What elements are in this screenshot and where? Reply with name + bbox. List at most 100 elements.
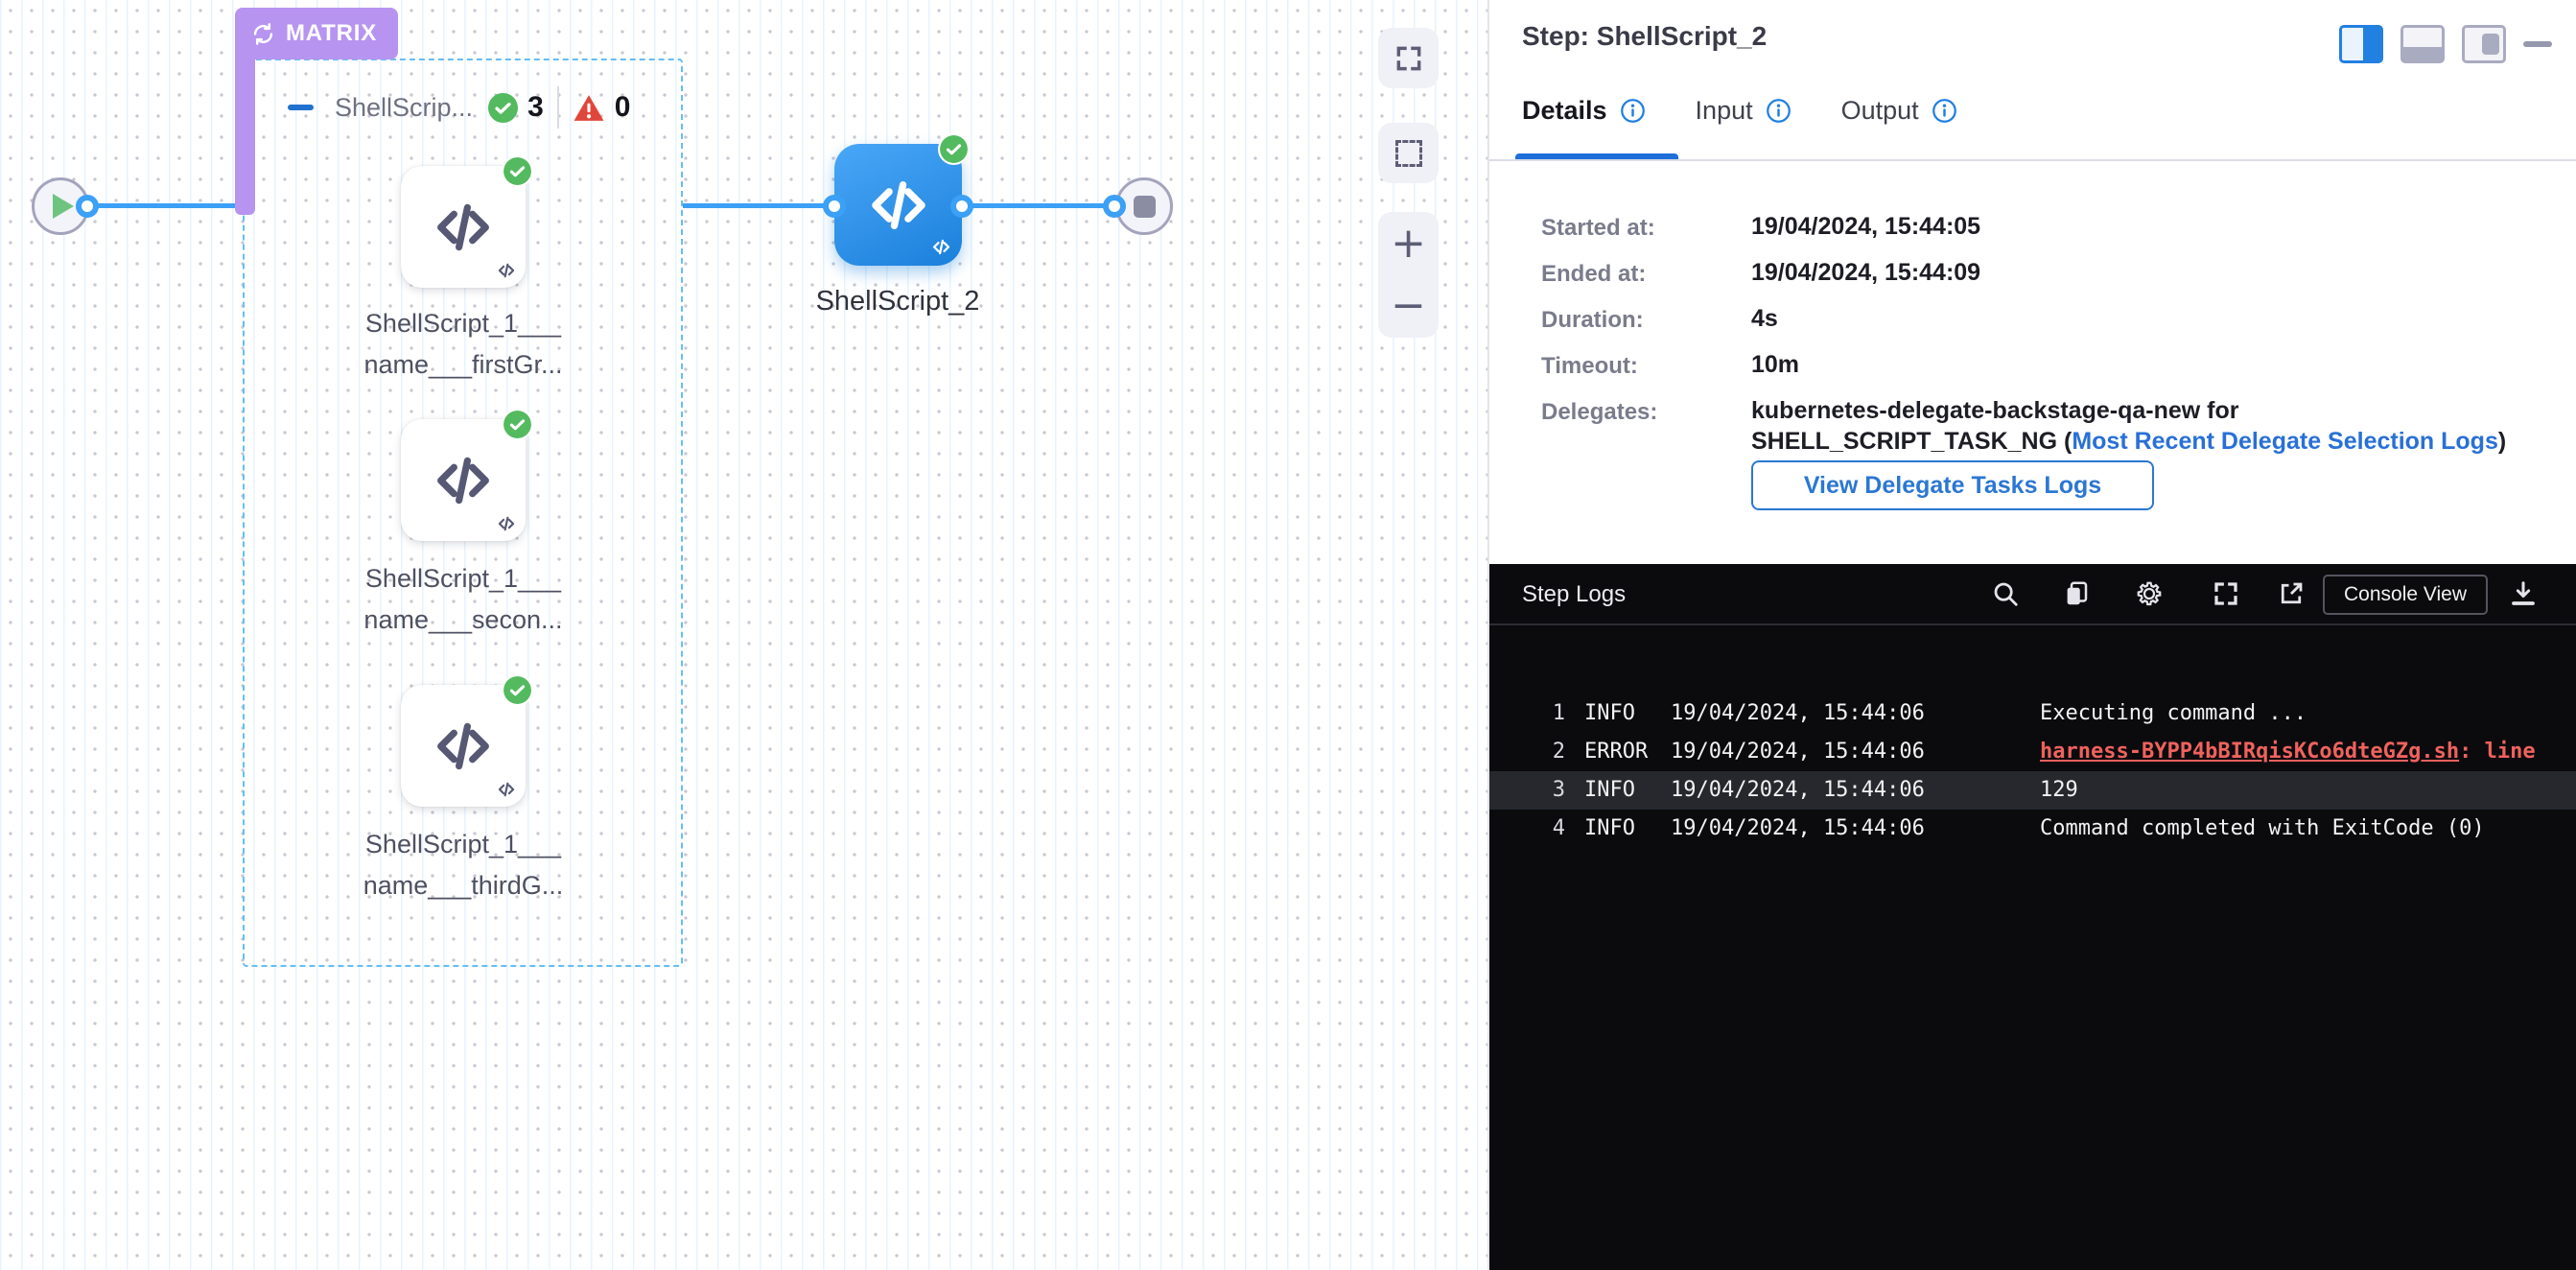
detail-value: 10m	[1751, 351, 1799, 379]
code-icon	[866, 173, 931, 238]
matrix-node-3[interactable]	[401, 685, 526, 807]
step-logs-panel: Step Logs Console View 1 INFO 19/04/2024…	[1489, 564, 2576, 1270]
step-node-shellscript-2[interactable]	[834, 144, 962, 266]
detail-label: Timeout:	[1541, 353, 1638, 380]
console-view-button[interactable]: Console View	[2323, 575, 2488, 615]
pipeline-execution-view: MATRIX ShellScrip... 3 0 ShellScript_1__…	[0, 0, 2576, 1270]
fullscreen-icon	[1393, 43, 1424, 74]
download-icon[interactable]	[2506, 576, 2541, 611]
delegates-line2: SHELL_SCRIPT_TASK_NG (Most Recent Delega…	[1751, 426, 2506, 457]
code-mini-icon	[931, 237, 951, 257]
log-line-number: 3	[1535, 771, 1565, 810]
loop-icon	[250, 21, 276, 47]
marquee-select-icon	[1395, 140, 1422, 167]
matrix-badge-label: MATRIX	[286, 20, 377, 47]
success-check-badge	[502, 409, 533, 440]
warning-icon	[573, 93, 605, 123]
node-label-line: ShellScript_1___	[334, 303, 593, 344]
zoom-out-button[interactable]: −	[1391, 285, 1426, 327]
count-divider	[557, 86, 559, 129]
node-label: ShellScript_1___ name___secon...	[334, 558, 593, 641]
log-timestamp: 19/04/2024, 15:44:06	[1671, 810, 2040, 848]
detail-label: Ended at:	[1541, 261, 1646, 288]
log-row: 2 ERROR 19/04/2024, 15:44:06 harness-BYP…	[1489, 733, 2576, 771]
log-row-highlighted: 3 INFO 19/04/2024, 15:44:06 129	[1489, 771, 2576, 810]
log-row: 1 INFO 19/04/2024, 15:44:06 Executing co…	[1489, 694, 2576, 733]
search-icon[interactable]	[1988, 576, 2023, 611]
info-icon[interactable]	[1932, 98, 1957, 124]
panel-layout-toggles	[2339, 25, 2552, 63]
node-label-line: name___secon...	[334, 600, 593, 641]
code-mini-icon	[497, 780, 516, 799]
code-icon	[432, 449, 495, 512]
log-message: Command completed with ExitCode (0)	[2040, 810, 2576, 848]
layout-toggle-split-view[interactable]	[2339, 25, 2383, 63]
connector-port	[1103, 195, 1126, 218]
matrix-group-header: ShellScrip... 3 0	[288, 84, 630, 130]
step-logs-title: Step Logs	[1522, 581, 1626, 608]
pipeline-canvas[interactable]: MATRIX ShellScrip... 3 0 ShellScript_1__…	[0, 0, 1487, 1270]
log-row: 4 INFO 19/04/2024, 15:44:06 Command comp…	[1489, 810, 2576, 848]
log-message: 129	[2040, 771, 2576, 810]
node-port-left	[823, 195, 846, 218]
node-label: ShellScript_1___ name___thirdG...	[334, 824, 593, 906]
error-script-filename[interactable]: harness-BYPP4bBIRqisKCo6dteGZg.sh	[2040, 740, 2459, 764]
play-icon	[53, 194, 74, 219]
log-line-number: 2	[1535, 733, 1565, 771]
settings-gear-icon[interactable]	[2132, 576, 2166, 611]
info-icon[interactable]	[1620, 98, 1646, 124]
success-check-badge	[502, 674, 533, 706]
code-mini-icon	[497, 261, 516, 280]
node-label: ShellScript_1___ name___firstGr...	[334, 303, 593, 386]
matrix-badge[interactable]: MATRIX	[235, 8, 398, 59]
expand-fullscreen-icon[interactable]	[2209, 576, 2243, 611]
code-icon	[432, 196, 495, 259]
tab-output[interactable]: Output	[1841, 96, 1957, 126]
info-icon[interactable]	[1766, 98, 1791, 124]
layout-toggle-bottom-view[interactable]	[2400, 25, 2445, 63]
minimize-panel-button[interactable]	[2523, 41, 2552, 47]
log-line-number: 4	[1535, 810, 1565, 848]
detail-value: 19/04/2024, 15:44:09	[1751, 259, 1980, 287]
failed-count: 0	[615, 91, 631, 124]
log-timestamp: 19/04/2024, 15:44:06	[1671, 694, 2040, 733]
log-timestamp: 19/04/2024, 15:44:06	[1671, 771, 2040, 810]
tab-details[interactable]: Details	[1522, 96, 1646, 126]
tab-input[interactable]: Input	[1696, 96, 1791, 126]
detail-label: Started at:	[1541, 215, 1655, 242]
marquee-select-button[interactable]	[1378, 123, 1439, 183]
success-check-icon	[488, 93, 518, 123]
layout-toggle-floating-view[interactable]	[2462, 25, 2506, 63]
success-count: 3	[527, 91, 544, 124]
collapse-group-button[interactable]	[288, 105, 314, 110]
success-check-badge	[502, 155, 533, 187]
log-line-number: 1	[1535, 694, 1565, 733]
log-message: harness-BYPP4bBIRqisKCo6dteGZg.sh: line	[2040, 733, 2576, 771]
delegates-value: kubernetes-delegate-backstage-qa-new for…	[1751, 395, 2506, 457]
log-level: ERROR	[1584, 733, 1671, 771]
edge-matrix-to-step	[683, 203, 836, 208]
tab-label: Details	[1522, 96, 1607, 126]
delegate-selection-logs-link[interactable]: Most Recent Delegate Selection Logs	[2072, 428, 2498, 455]
matrix-node-2[interactable]	[401, 419, 526, 541]
copy-icon[interactable]	[2059, 576, 2094, 611]
selected-node-label: ShellScript_2	[802, 286, 994, 318]
edge-step-to-end	[960, 203, 1114, 208]
view-delegate-tasks-logs-button[interactable]: View Delegate Tasks Logs	[1751, 460, 2154, 510]
code-icon	[432, 715, 495, 778]
log-timestamp: 19/04/2024, 15:44:06	[1671, 733, 2040, 771]
node-port-right	[950, 195, 973, 218]
external-link-icon[interactable]	[2274, 576, 2308, 611]
delegates-line2-prefix: SHELL_SCRIPT_TASK_NG (	[1751, 428, 2072, 455]
delegates-line1: kubernetes-delegate-backstage-qa-new for	[1751, 395, 2506, 426]
node-label-line: ShellScript_1___	[334, 824, 593, 865]
matrix-node-1[interactable]	[401, 166, 526, 288]
detail-label: Delegates:	[1541, 399, 1657, 426]
panel-tabs: Details Input Output	[1522, 96, 1957, 126]
log-level: INFO	[1584, 771, 1671, 810]
code-mini-icon	[497, 514, 516, 533]
fit-view-button[interactable]	[1378, 28, 1439, 88]
panel-title: Step: ShellScript_2	[1522, 21, 1767, 52]
log-output[interactable]: 1 INFO 19/04/2024, 15:44:06 Executing co…	[1489, 694, 2576, 848]
zoom-in-button[interactable]: +	[1391, 223, 1426, 265]
